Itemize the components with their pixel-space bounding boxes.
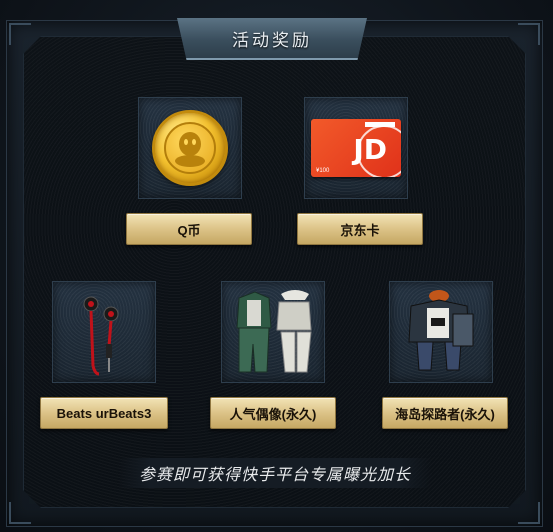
reward-label-qcoin[interactable]: Q币: [126, 213, 252, 245]
outfit-explorer-icon: [408, 290, 474, 371]
reward-label-explorer-outfit[interactable]: 海岛探路者(永久): [382, 397, 508, 429]
jd-card-icon: JD ¥100: [311, 119, 401, 177]
reward-thumb-jdcard[interactable]: JD ¥100: [304, 97, 408, 199]
panel-frame: [6, 20, 543, 527]
panel-title: 活动奖励: [232, 30, 312, 50]
reward-thumb-explorer-outfit[interactable]: [389, 281, 493, 383]
outfit-idol-icon: [236, 290, 312, 373]
frame-corner: [518, 502, 540, 524]
frame-corner: [9, 23, 31, 45]
reward-thumb-qcoin[interactable]: [138, 97, 242, 199]
reward-thumb-earphones[interactable]: [52, 281, 156, 383]
footer-note: 参赛即可获得快手平台专属曝光加长: [119, 458, 431, 488]
jd-card-logo: JD: [353, 133, 387, 166]
reward-panel-screen: 活动奖励 Q币 JD ¥100 京东卡 Beats urBeats3 人气偶像(…: [0, 0, 553, 532]
frame-corner: [518, 23, 540, 45]
reward-label-idol-outfit[interactable]: 人气偶像(永久): [210, 397, 336, 429]
reward-thumb-idol-outfit[interactable]: [221, 281, 325, 383]
reward-label-jdcard[interactable]: 京东卡: [297, 213, 423, 245]
earphones-icon: [83, 296, 119, 376]
qq-coin-icon: [152, 110, 228, 186]
frame-corner: [9, 502, 31, 524]
panel-inner: [23, 36, 526, 508]
panel-title-tab: 活动奖励: [177, 18, 367, 60]
reward-label-earphones[interactable]: Beats urBeats3: [40, 397, 168, 429]
jd-card-value: ¥100: [316, 168, 330, 174]
